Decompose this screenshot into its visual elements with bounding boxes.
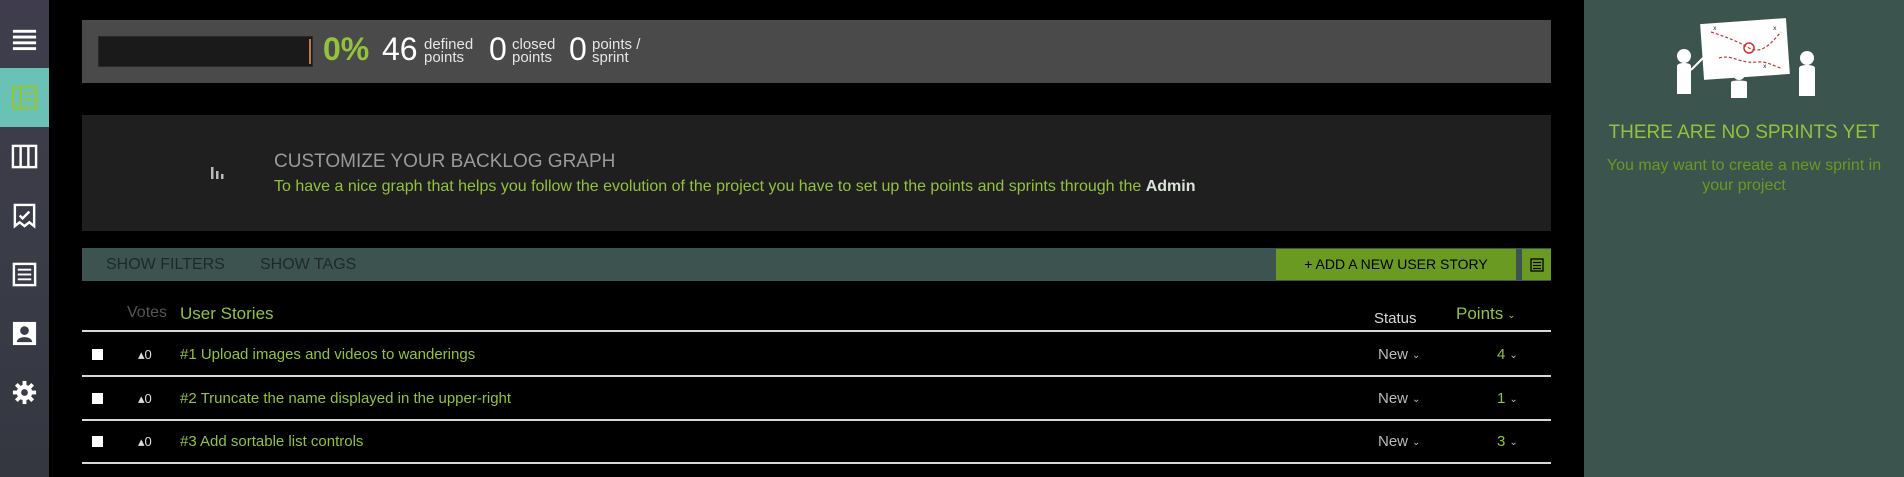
sidebar-item-kanban[interactable] <box>0 127 49 186</box>
chevron-down-icon: ⌄ <box>1507 310 1516 321</box>
story-status-dropdown[interactable]: New ⌄ <box>1378 433 1420 450</box>
status-column-header: Status <box>1374 310 1417 327</box>
admin-link[interactable]: Admin <box>1146 178 1196 195</box>
row-checkbox[interactable] <box>92 436 103 447</box>
closed-points-value: 0 <box>489 31 507 67</box>
vote-button[interactable]: ▴0 <box>138 434 152 450</box>
graph-description-text: To have a nice graph that helps you foll… <box>274 178 1142 195</box>
story-status-dropdown[interactable]: New ⌄ <box>1378 390 1420 407</box>
bar-chart-icon <box>211 167 224 179</box>
defined-points-label-2: points <box>424 49 465 66</box>
sprints-panel: x x x THERE ARE NO SPRINTS YET You may w… <box>1584 0 1904 477</box>
table-view-button[interactable] <box>1522 249 1551 280</box>
sidebar-item-admin[interactable] <box>0 363 49 422</box>
story-status-value: New <box>1378 433 1409 450</box>
vote-count: 0 <box>144 434 152 449</box>
team-icon <box>12 321 37 346</box>
table-row[interactable]: ▴0 #3 Add sortable list controls New ⌄ 3 ⌄ <box>82 421 1551 464</box>
sprint-progress-bar <box>98 36 313 67</box>
vote-button[interactable]: ▴0 <box>138 391 152 407</box>
wiki-icon <box>13 203 36 229</box>
sprint-points-value: 0 <box>569 31 587 67</box>
graph-title: CUSTOMIZE YOUR BACKLOG GRAPH <box>274 151 616 172</box>
votes-column-header: Votes <box>127 304 168 321</box>
sidebar-item-menu[interactable] <box>0 9 49 68</box>
defined-points-value: 46 <box>382 31 418 67</box>
chevron-down-icon: ⌄ <box>1412 394 1421 405</box>
points-column-label: Points <box>1456 304 1504 323</box>
progress-marker <box>309 39 311 64</box>
backlog-icon <box>11 85 38 110</box>
story-subject-link[interactable]: #2 Truncate the name displayed in the up… <box>180 390 511 407</box>
add-user-story-label: + ADD A NEW USER STORY <box>1304 256 1488 272</box>
story-status-dropdown[interactable]: New ⌄ <box>1378 346 1420 363</box>
no-sprints-subtitle: You may want to create a new sprint in y… <box>1606 157 1882 194</box>
progress-percent: 0% <box>323 31 370 67</box>
no-sprints-title: THERE ARE NO SPRINTS YET <box>1608 122 1880 143</box>
table-row[interactable]: ▴0 #2 Truncate the name displayed in the… <box>82 378 1551 421</box>
show-filters-button[interactable]: SHOW FILTERS <box>106 256 225 274</box>
sidebar-item-issues[interactable] <box>0 245 49 304</box>
issues-icon <box>12 262 37 287</box>
story-status-value: New <box>1378 390 1409 407</box>
chevron-down-icon: ⌄ <box>1509 394 1518 405</box>
story-points-dropdown[interactable]: 3 ⌄ <box>1497 433 1518 450</box>
vote-count: 0 <box>144 391 152 406</box>
sidebar-item-wiki[interactable] <box>0 186 49 245</box>
story-subject-link[interactable]: #3 Add sortable list controls <box>180 433 363 450</box>
chevron-down-icon: ⌄ <box>1412 437 1421 448</box>
chevron-down-icon: ⌄ <box>1412 350 1421 361</box>
points-column-header[interactable]: Points ⌄ <box>1456 304 1516 324</box>
user-stories-column-header: User Stories <box>180 304 274 323</box>
backlog-stats-bar: 0% 46 defined points 0 closed points 0 p… <box>82 20 1551 83</box>
vote-count: 0 <box>144 347 152 362</box>
add-user-story-button[interactable]: + ADD A NEW USER STORY <box>1276 249 1516 280</box>
sidebar-item-team[interactable] <box>0 304 49 363</box>
vote-button[interactable]: ▴0 <box>138 347 152 363</box>
closed-points-label-2: points <box>512 49 553 66</box>
team-whiteboard-icon: x x x <box>1677 18 1815 98</box>
svg-text:x: x <box>1713 25 1717 32</box>
story-points-dropdown[interactable]: 1 ⌄ <box>1497 390 1518 407</box>
chevron-down-icon: ⌄ <box>1509 437 1518 448</box>
filter-bar: SHOW FILTERS SHOW TAGS + ADD A NEW USER … <box>82 248 1551 281</box>
gear-icon <box>12 380 37 405</box>
sidebar-item-backlog[interactable] <box>0 68 49 127</box>
svg-text:x: x <box>1763 63 1767 70</box>
table-row[interactable]: ▴0 #1 Upload images and videos to wander… <box>82 334 1551 377</box>
row-checkbox[interactable] <box>92 393 103 404</box>
graph-description: To have a nice graph that helps you foll… <box>274 178 1195 196</box>
story-points-dropdown[interactable]: 4 ⌄ <box>1497 346 1518 363</box>
row-checkbox[interactable] <box>92 349 103 360</box>
story-subject-link[interactable]: #1 Upload images and videos to wandering… <box>180 346 475 363</box>
sprint-points-label-2: sprint <box>592 49 629 66</box>
sidebar <box>0 0 49 477</box>
user-stories-table-header: Votes User Stories Status Points ⌄ <box>82 298 1551 332</box>
story-points-value: 4 <box>1497 346 1506 363</box>
chevron-down-icon: ⌄ <box>1509 350 1518 361</box>
kanban-icon <box>11 144 38 169</box>
story-points-value: 1 <box>1497 390 1506 407</box>
svg-text:x: x <box>1773 25 1777 32</box>
backlog-graph-empty: CUSTOMIZE YOUR BACKLOG GRAPH To have a n… <box>82 115 1551 231</box>
table-view-icon <box>1529 257 1544 272</box>
story-status-value: New <box>1378 346 1409 363</box>
story-points-value: 3 <box>1497 433 1506 450</box>
show-tags-button[interactable]: SHOW TAGS <box>260 256 356 274</box>
hamburger-menu-icon <box>12 29 37 51</box>
